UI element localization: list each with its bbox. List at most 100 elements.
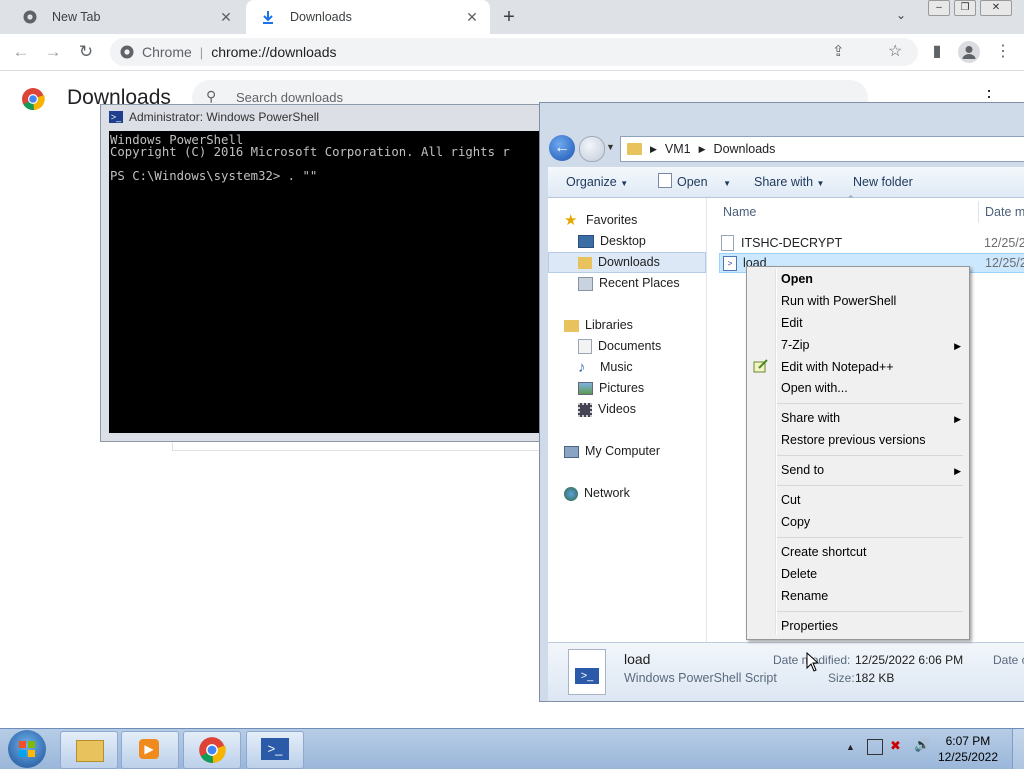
column-header-date[interactable]: Date m [985, 205, 1024, 219]
new-tab-button[interactable]: + [498, 6, 520, 28]
history-dropdown-icon[interactable]: ▼ [606, 142, 615, 152]
menu-item-edit-with-notepad[interactable]: Edit with Notepad++ [781, 357, 894, 377]
chevron-down-icon: ▼ [723, 179, 731, 188]
folder-icon [627, 143, 642, 155]
menu-item-send-to[interactable]: Send to [781, 460, 824, 480]
profile-avatar[interactable] [958, 41, 980, 63]
folder-icon [76, 740, 104, 762]
menu-separator [777, 455, 963, 456]
nav-network[interactable]: Network [564, 483, 630, 504]
share-icon[interactable]: ⇪ [832, 42, 845, 60]
menu-item-copy[interactable]: Copy [781, 512, 810, 532]
start-button[interactable] [8, 730, 46, 768]
open-button[interactable]: Open ▼ [658, 167, 731, 197]
show-hidden-icons-arrow[interactable]: ▲ [846, 742, 855, 752]
taskbar-chrome-button[interactable] [183, 731, 241, 769]
powershell-icon: >_ [109, 111, 123, 123]
minimize-icon[interactable]: – [928, 0, 950, 16]
menu-item-rename[interactable]: Rename [781, 586, 828, 606]
nav-pictures[interactable]: Pictures [578, 378, 644, 399]
bookmark-star-icon[interactable]: ☆ [888, 41, 902, 61]
menu-item-open-with[interactable]: Open with... [781, 378, 848, 398]
navigation-pane: ★ Favorites Desktop Downloads Recent Plac… [548, 198, 707, 642]
clock-time: 6:07 PM [945, 734, 991, 748]
console-line: Copyright (C) 2016 Microsoft Corporation… [110, 145, 510, 159]
chrome-tab-strip: New Tab ✕ Downloads ✕ + ⌄ – ❐ ✕ [0, 0, 1024, 34]
breadcrumb-downloads[interactable]: Downloads [714, 142, 776, 156]
column-header-name[interactable]: Name [723, 205, 756, 219]
powershell-icon: >_ [261, 738, 289, 760]
nav-recent-places[interactable]: Recent Places [578, 273, 680, 294]
breadcrumb-arrow-icon: ▶ [698, 143, 706, 154]
network-icon [564, 486, 578, 501]
sort-arrow-icon: ⌃ [847, 194, 855, 204]
show-desktop-button[interactable] [1012, 729, 1024, 769]
chrome-icon [199, 737, 226, 763]
network-error-icon[interactable]: ✖ [890, 738, 901, 754]
back-arrow-icon[interactable]: ← [8, 34, 34, 70]
menu-item-properties[interactable]: Properties [781, 616, 838, 636]
address-bar[interactable]: ▶ VM1 ▶ Downloads [620, 136, 1024, 162]
nav-libraries[interactable]: Libraries [564, 315, 633, 336]
tab-downloads[interactable]: Downloads ✕ [246, 0, 490, 34]
tab-search-icon[interactable]: ⌄ [896, 8, 906, 22]
menu-item-restore-previous-versions[interactable]: Restore previous versions [781, 430, 926, 450]
side-panel-icon[interactable]: ▮ [924, 34, 950, 70]
action-center-icon[interactable] [867, 739, 883, 755]
nav-documents[interactable]: Documents [578, 336, 661, 357]
forward-arrow-icon[interactable] [579, 136, 605, 162]
share-with-button[interactable]: Share with ▼ [754, 167, 824, 197]
menu-item-open[interactable]: Open [781, 269, 813, 289]
taskbar-media-player-button[interactable]: ▶ [121, 731, 179, 769]
menu-item-cut[interactable]: Cut [781, 490, 800, 510]
nav-label: My Computer [585, 444, 661, 458]
close-icon[interactable]: ✕ [980, 0, 1012, 16]
chrome-menu-icon[interactable]: ⋮ [990, 34, 1016, 70]
new-folder-button[interactable]: New folder [853, 167, 913, 197]
file-row-itshc-decrypt[interactable]: ITSHC-DECRYPT 12/25/2 [721, 233, 1024, 253]
breadcrumb-vm1[interactable]: VM1 [665, 142, 691, 156]
reload-icon[interactable]: ↻ [73, 34, 99, 70]
nav-my-computer[interactable]: My Computer [564, 441, 660, 462]
back-arrow-icon[interactable]: ← [549, 135, 575, 161]
nav-label: Downloads [598, 255, 660, 269]
star-icon: ★ [564, 211, 578, 229]
nav-music[interactable]: ♪ Music [578, 357, 633, 378]
close-tab-icon[interactable]: ✕ [216, 9, 236, 26]
volume-icon[interactable]: 🔊 [914, 737, 930, 753]
nav-label: Favorites [586, 213, 638, 227]
powershell-titlebar[interactable]: >_ Administrator: Windows PowerShell [109, 110, 319, 124]
forward-arrow-icon[interactable]: → [40, 34, 66, 70]
desktop-icon [578, 235, 594, 248]
download-icon [260, 9, 276, 25]
nav-downloads[interactable]: Downloads [578, 252, 660, 273]
nav-favorites[interactable]: ★ Favorites [564, 210, 637, 231]
omnibox-separator: | [199, 44, 204, 60]
menu-item-share-with[interactable]: Share with [781, 408, 840, 428]
menu-item-run-with-powershell[interactable]: Run with PowerShell [781, 291, 896, 311]
file-date: 12/25/2 [985, 256, 1024, 270]
menu-item-edit[interactable]: Edit [781, 313, 803, 333]
tab-new-tab[interactable]: New Tab ✕ [8, 0, 244, 34]
nav-desktop[interactable]: Desktop [578, 231, 646, 252]
taskbar-explorer-button[interactable] [60, 731, 118, 769]
powershell-console[interactable]: Windows PowerShell Copyright (C) 2016 Mi… [109, 131, 543, 433]
details-pane: >_ load Windows PowerShell Script Date m… [548, 642, 1024, 701]
omnibox[interactable]: Chrome | chrome://downloads ⇪ ☆ [110, 38, 918, 66]
share-with-label: Share with [754, 175, 814, 189]
menu-item-7zip[interactable]: 7-Zip [781, 335, 957, 355]
system-clock[interactable]: 6:07 PM 12/25/2022 [938, 733, 998, 765]
details-size-value: 182 KB [855, 671, 895, 685]
menu-item-label: 7-Zip [781, 338, 810, 352]
taskbar-powershell-button[interactable]: >_ [246, 731, 304, 769]
nav-label: Desktop [600, 234, 646, 248]
tab-title: New Tab [52, 10, 101, 24]
nav-videos[interactable]: Videos [578, 399, 636, 420]
mouse-cursor-icon [806, 651, 820, 675]
menu-item-delete[interactable]: Delete [781, 564, 817, 584]
close-tab-icon[interactable]: ✕ [462, 9, 482, 26]
maximize-icon[interactable]: ❐ [954, 0, 976, 16]
organize-button[interactable]: Organize ▼ [566, 167, 628, 197]
command-bar: Organize ▼ Open ▼ Share with ▼ New folde… [548, 167, 1024, 198]
menu-item-create-shortcut[interactable]: Create shortcut [781, 542, 866, 562]
